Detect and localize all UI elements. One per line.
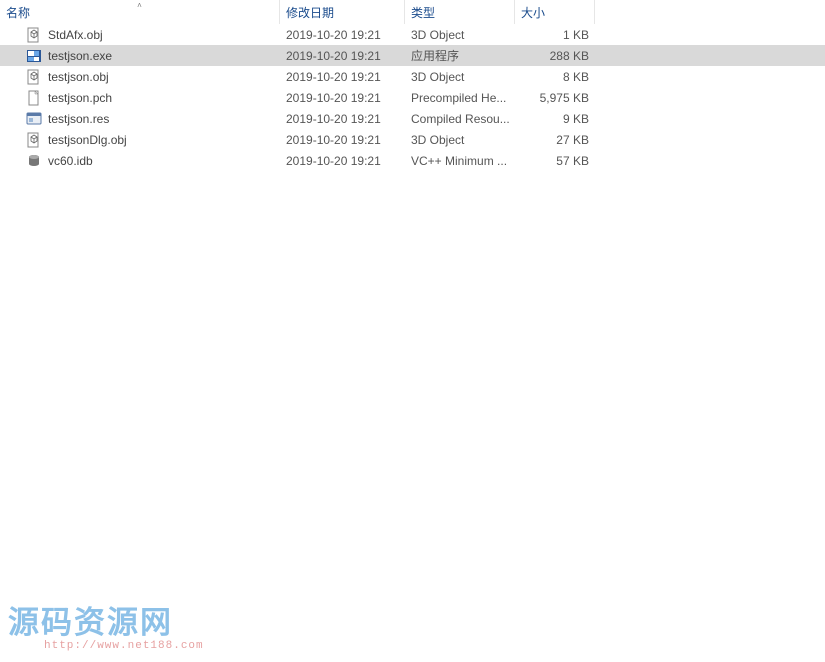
file-name-cell: StdAfx.obj: [0, 24, 280, 45]
file-size-cell: 288 KB: [515, 45, 595, 66]
file-type-cell: 3D Object: [405, 129, 515, 150]
file-name-label: StdAfx.obj: [48, 28, 103, 42]
file-name-label: vc60.idb: [48, 154, 93, 168]
file-name-label: testjsonDlg.obj: [48, 133, 127, 147]
obj-file-icon: [26, 27, 42, 43]
file-size-cell: 27 KB: [515, 129, 595, 150]
file-name-cell: testjson.obj: [0, 66, 280, 87]
obj-file-icon: [26, 132, 42, 148]
column-header-row: 名称 ˄ 修改日期 类型 大小: [0, 0, 825, 24]
exe-file-icon: [26, 48, 42, 64]
column-header-date-label: 修改日期: [286, 4, 334, 21]
column-header-name[interactable]: 名称 ˄: [0, 0, 280, 24]
file-type-cell: VC++ Minimum ...: [405, 150, 515, 171]
file-date-cell: 2019-10-20 19:21: [280, 108, 405, 129]
file-date-cell: 2019-10-20 19:21: [280, 129, 405, 150]
file-date-cell: 2019-10-20 19:21: [280, 24, 405, 45]
watermark-url: http://www.net188.com: [44, 640, 204, 652]
file-list: StdAfx.obj2019-10-20 19:213D Object1 KBt…: [0, 24, 825, 171]
file-type-cell: Compiled Resou...: [405, 108, 515, 129]
file-row[interactable]: testjson.res 2019-10-20 19:21Compiled Res…: [0, 108, 825, 129]
file-name-cell: testjsonDlg.obj: [0, 129, 280, 150]
file-size-cell: 1 KB: [515, 24, 595, 45]
file-size-cell: 57 KB: [515, 150, 595, 171]
column-header-size[interactable]: 大小: [515, 0, 595, 24]
idb-file-icon: [26, 153, 42, 169]
file-type-cell: 3D Object: [405, 24, 515, 45]
file-name-label: testjson.obj: [48, 70, 109, 84]
file-type-cell: 应用程序: [405, 45, 515, 66]
watermark-text: 源码资源网: [8, 597, 173, 642]
file-date-cell: 2019-10-20 19:21: [280, 45, 405, 66]
file-size-cell: 9 KB: [515, 108, 595, 129]
file-row[interactable]: testjson.obj 2019-10-20 19:213D Object8 K…: [0, 66, 825, 87]
column-header-size-label: 大小: [521, 4, 545, 21]
file-name-cell: testjson.exe: [0, 45, 280, 66]
file-type-cell: 3D Object: [405, 66, 515, 87]
file-row[interactable]: testjsonDlg.obj 2019-10-20 19:213D Object…: [0, 129, 825, 150]
file-name-label: testjson.res: [48, 112, 109, 126]
file-size-cell: 5,975 KB: [515, 87, 595, 108]
file-name-label: testjson.pch: [48, 91, 112, 105]
column-header-date[interactable]: 修改日期: [280, 0, 405, 24]
file-name-label: testjson.exe: [48, 49, 112, 63]
column-header-name-label: 名称: [6, 4, 30, 21]
file-date-cell: 2019-10-20 19:21: [280, 87, 405, 108]
file-row[interactable]: testjson.pch 2019-10-20 19:21Precompiled …: [0, 87, 825, 108]
sort-ascending-icon: ˄: [137, 1, 142, 10]
column-header-type-label: 类型: [411, 4, 435, 21]
file-row[interactable]: testjson.exe 2019-10-20 19:21应用程序288 KB: [0, 45, 825, 66]
file-size-cell: 8 KB: [515, 66, 595, 87]
obj-file-icon: [26, 69, 42, 85]
file-date-cell: 2019-10-20 19:21: [280, 150, 405, 171]
column-header-type[interactable]: 类型: [405, 0, 515, 24]
file-name-cell: vc60.idb: [0, 150, 280, 171]
file-name-cell: testjson.res: [0, 108, 280, 129]
file-date-cell: 2019-10-20 19:21: [280, 66, 405, 87]
file-type-cell: Precompiled He...: [405, 87, 515, 108]
file-row[interactable]: StdAfx.obj 2019-10-20 19:213D Object1 KB: [0, 24, 825, 45]
res-file-icon: [26, 111, 42, 127]
file-name-cell: testjson.pch: [0, 87, 280, 108]
file-row[interactable]: vc60.idb 2019-10-20 19:21VC++ Minimum ...…: [0, 150, 825, 171]
file-file-icon: [26, 90, 42, 106]
